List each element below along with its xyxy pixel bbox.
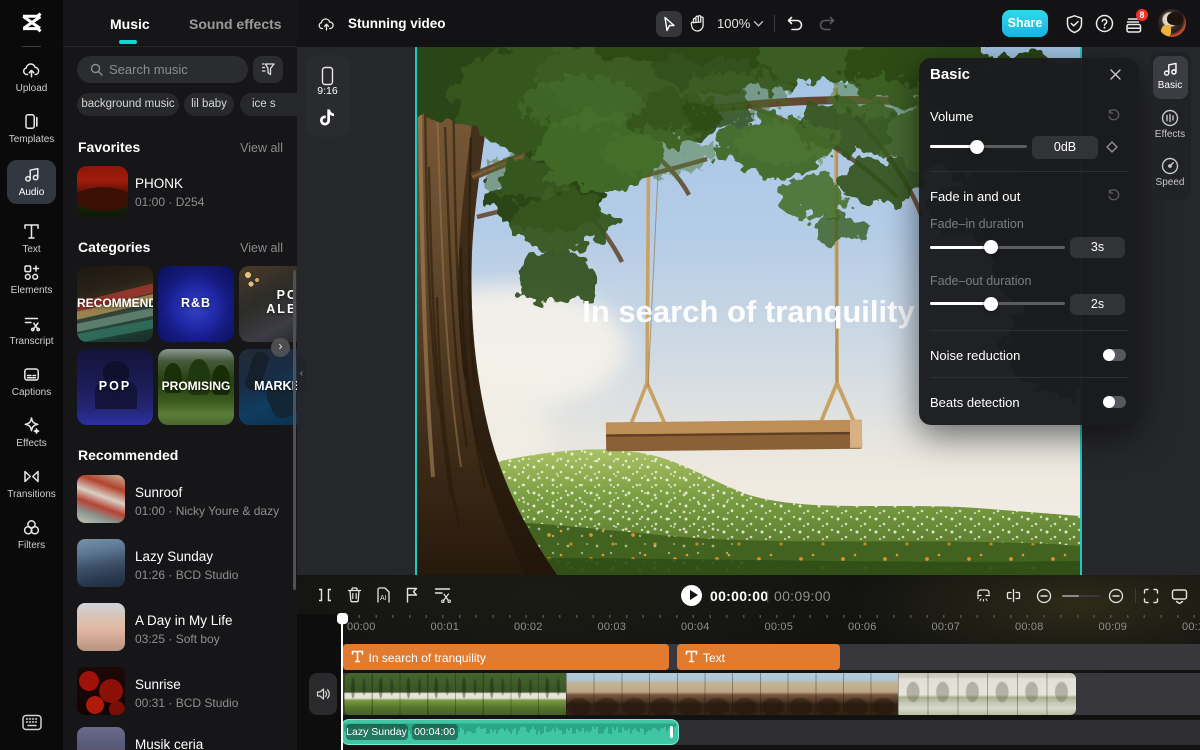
svg-text:AI: AI [380, 595, 387, 602]
